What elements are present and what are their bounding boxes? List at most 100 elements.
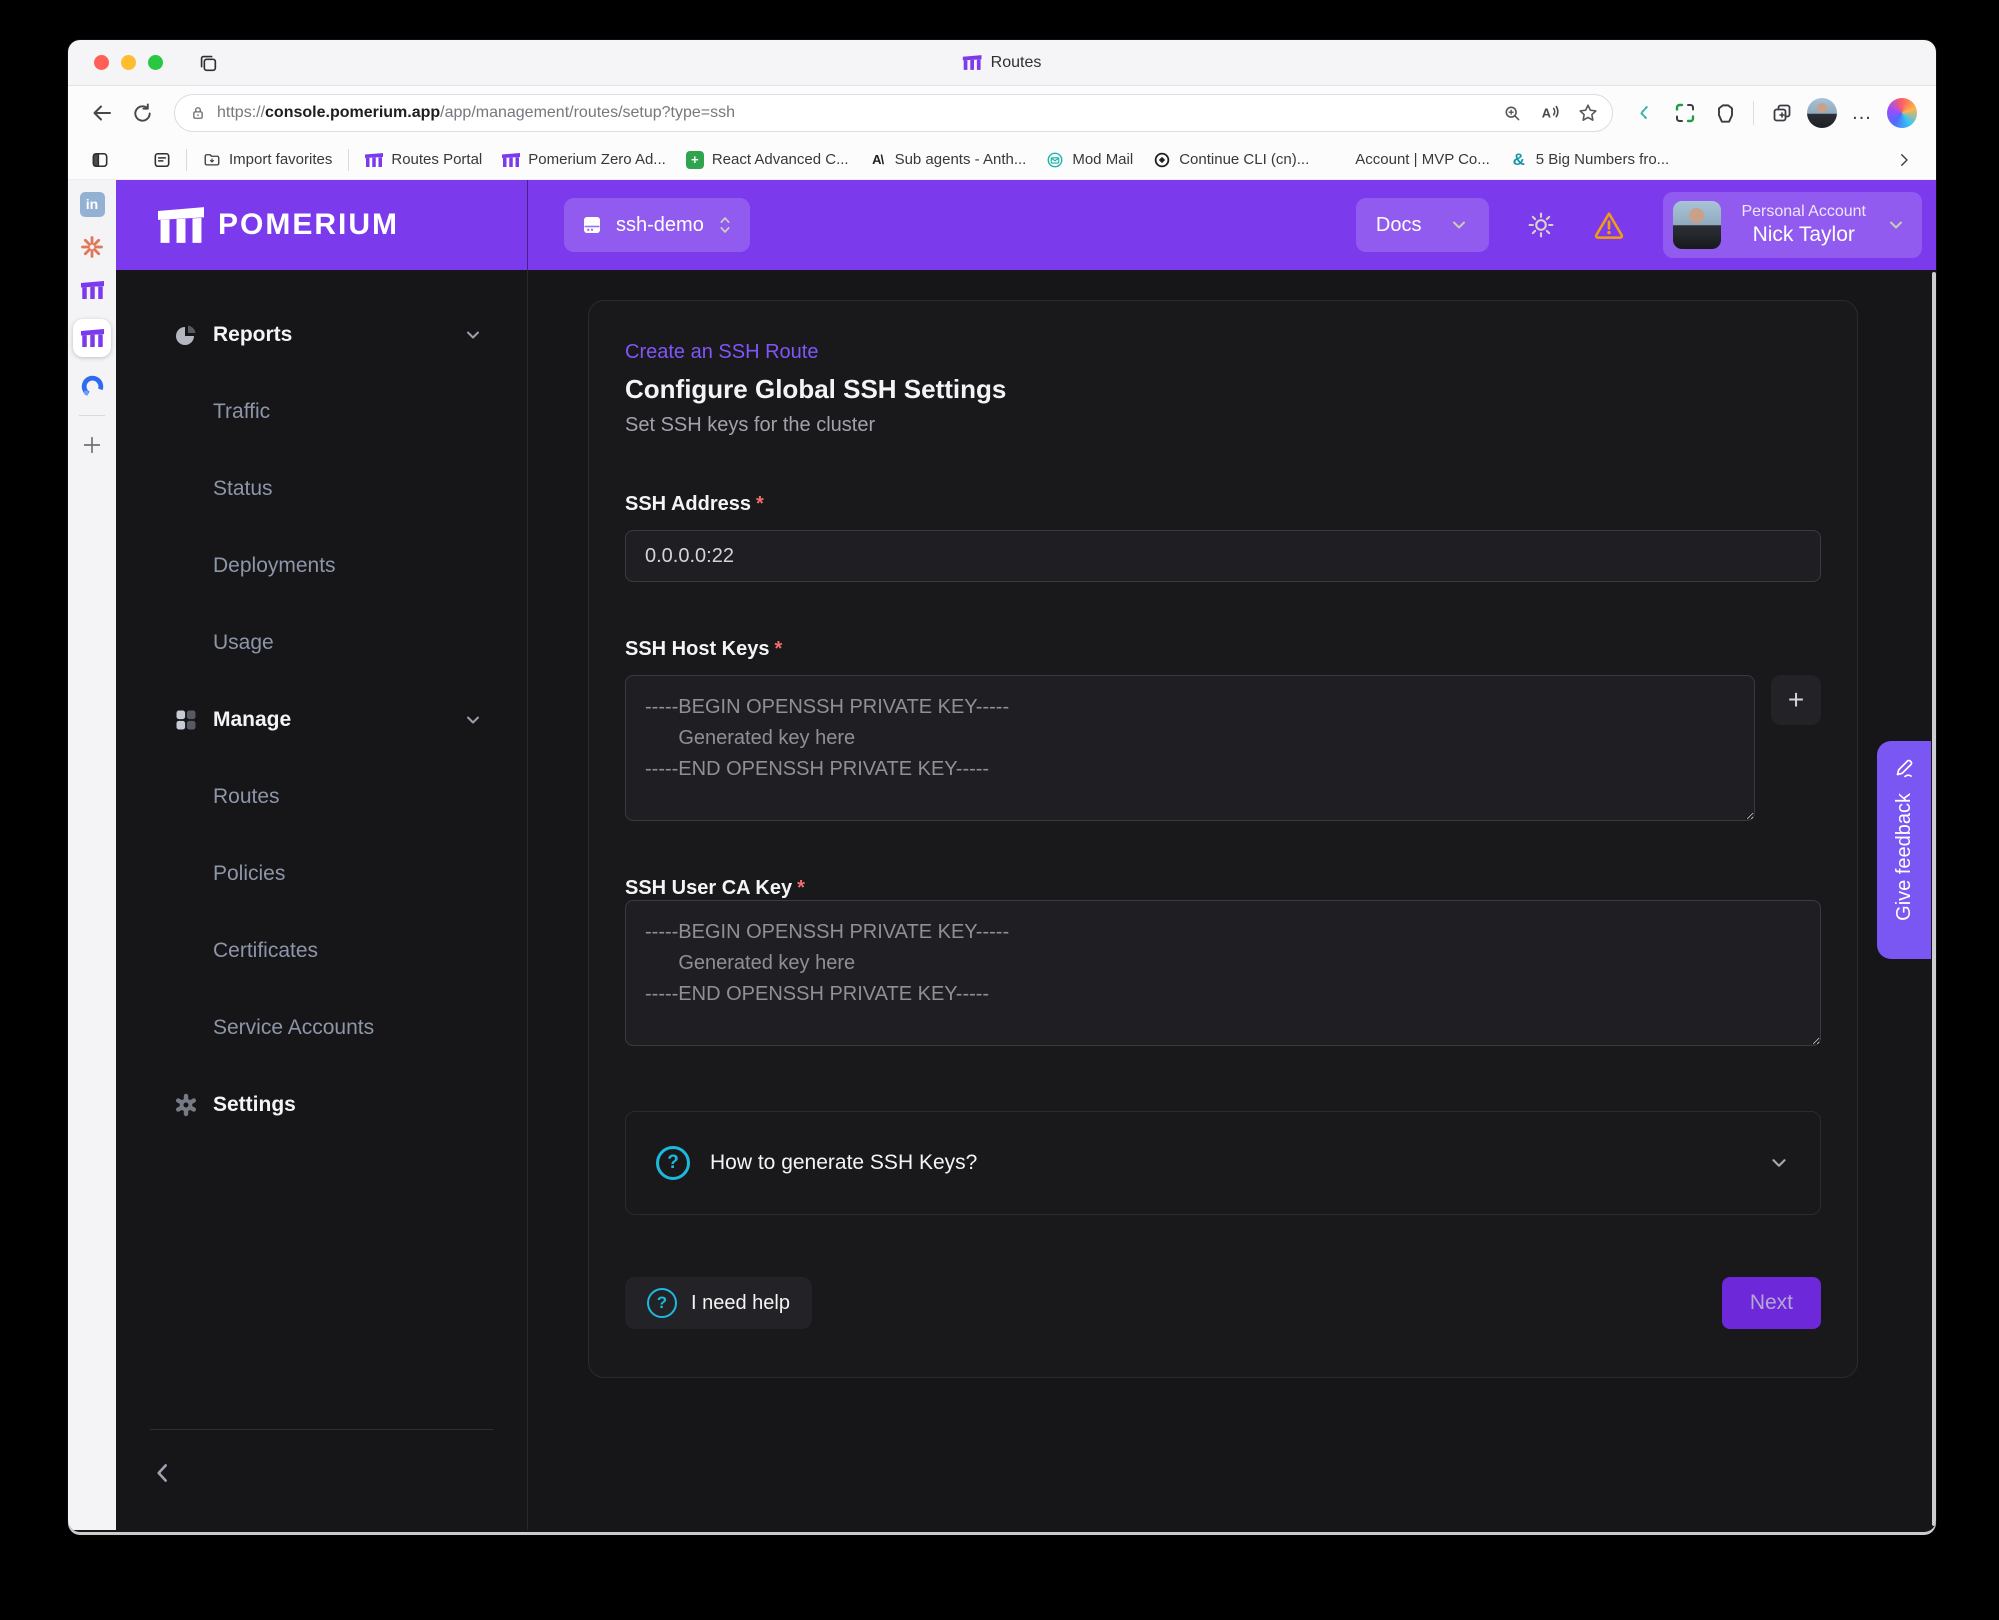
- ssh-user-ca-key-textarea[interactable]: [625, 900, 1821, 1046]
- settings-more-icon[interactable]: ...: [1844, 95, 1880, 131]
- sidebar-item-deployments[interactable]: Deployments: [116, 527, 527, 604]
- linkedin-app-icon[interactable]: in: [78, 190, 106, 218]
- bookmark-account-mvp[interactable]: Account | MVP Co...: [1319, 145, 1500, 175]
- user-avatar: [1673, 201, 1721, 249]
- pomerium-console-page: POMERIUM ssh-demo Docs: [116, 180, 1936, 1530]
- pomerium-app-icon-active[interactable]: [73, 319, 111, 357]
- edge-sidebar-strip: in: [68, 180, 116, 1530]
- required-marker: *: [775, 638, 783, 660]
- sidebar-item-policies[interactable]: Policies: [116, 835, 527, 912]
- bookmarks-divider: [186, 149, 187, 171]
- bookmark-continue-cli[interactable]: Continue CLI (cn)...: [1143, 145, 1319, 175]
- web-capture-icon[interactable]: [1667, 95, 1703, 131]
- sidebar-pane-icon[interactable]: [82, 142, 118, 178]
- page-subtitle: Set SSH keys for the cluster: [625, 414, 1821, 437]
- sidebar-section-reports[interactable]: Reports: [116, 296, 527, 373]
- sidebar-item-certificates[interactable]: Certificates: [116, 912, 527, 989]
- chevron-down-icon: [463, 710, 483, 730]
- help-circle-icon: ?: [647, 1288, 677, 1318]
- toolbar-divider: [1753, 101, 1754, 125]
- strip-divider: [79, 415, 105, 416]
- ssh-address-input[interactable]: [625, 530, 1821, 582]
- window-controls: [94, 55, 163, 70]
- cluster-name: ssh-demo: [616, 214, 704, 237]
- add-app-icon[interactable]: [78, 431, 106, 459]
- favorite-star-icon[interactable]: [1570, 95, 1606, 131]
- tab-stacks-icon[interactable]: [197, 52, 219, 74]
- grid-icon: [174, 708, 198, 732]
- bookmark-5-big-numbers[interactable]: & 5 Big Numbers fro...: [1500, 145, 1679, 175]
- back-button[interactable]: [84, 95, 120, 131]
- pencil-icon: [1892, 756, 1916, 780]
- give-feedback-label: Give feedback: [1893, 793, 1916, 921]
- collapse-sidebar-button[interactable]: [150, 1460, 493, 1486]
- bookmark-react-advanced[interactable]: + React Advanced C...: [676, 145, 859, 175]
- zoom-window-button[interactable]: [148, 55, 163, 70]
- give-feedback-tab[interactable]: Give feedback: [1877, 741, 1931, 959]
- bookmark-import-favorites[interactable]: Import favorites: [193, 145, 342, 175]
- sidebar-collapse-icon[interactable]: [1627, 95, 1663, 131]
- pie-chart-icon: [174, 323, 198, 347]
- brand-name: POMERIUM: [218, 208, 399, 242]
- brand-logo[interactable]: POMERIUM: [116, 180, 528, 270]
- help-circle-icon: ?: [656, 1146, 690, 1180]
- i-need-help-button[interactable]: ? I need help: [625, 1277, 812, 1329]
- sidebar-item-routes[interactable]: Routes: [116, 758, 527, 835]
- sidebar-item-service-accounts[interactable]: Service Accounts: [116, 989, 527, 1066]
- theme-toggle-sun-icon[interactable]: [1527, 211, 1555, 239]
- pomerium-logo-icon: [158, 207, 204, 243]
- read-aloud-icon[interactable]: A: [1532, 95, 1568, 131]
- collections-icon[interactable]: [1764, 95, 1800, 131]
- sidebar-item-traffic[interactable]: Traffic: [116, 373, 527, 450]
- bookmark-mod-mail[interactable]: Mod Mail: [1036, 145, 1143, 175]
- microsoft-favicon: [1329, 151, 1347, 169]
- continue-favicon: [1153, 151, 1171, 169]
- required-marker: *: [756, 493, 764, 515]
- zoom-page-icon[interactable]: [1494, 95, 1530, 131]
- next-button[interactable]: Next: [1722, 1277, 1821, 1329]
- starburst-app-icon[interactable]: [78, 233, 106, 261]
- profile-avatar[interactable]: [1804, 95, 1840, 131]
- reading-list-icon[interactable]: [144, 142, 180, 178]
- svg-text:A: A: [1542, 106, 1551, 121]
- cluster-selector[interactable]: ssh-demo: [564, 198, 750, 252]
- account-name: Nick Taylor: [1753, 223, 1855, 247]
- wizard-eyebrow: Create an SSH Route: [625, 341, 1821, 364]
- swirl-app-icon[interactable]: [78, 372, 106, 400]
- add-host-key-button[interactable]: +: [1771, 675, 1821, 725]
- sidebar-section-settings[interactable]: Settings: [116, 1066, 527, 1143]
- warning-icon[interactable]: [1593, 209, 1625, 241]
- bookmarks-bar: Import favorites Routes Portal Pomerium …: [68, 140, 1936, 180]
- how-to-generate-accordion[interactable]: ? How to generate SSH Keys?: [625, 1111, 1821, 1215]
- tab-title-label: Routes: [991, 54, 1042, 72]
- account-menu[interactable]: Personal Account Nick Taylor: [1663, 192, 1922, 258]
- pomerium-app-icon[interactable]: [78, 276, 106, 304]
- bookmark-sub-agents[interactable]: A\ Sub agents - Anth...: [859, 145, 1037, 175]
- bookmark-pomerium-zero[interactable]: Pomerium Zero Ad...: [492, 145, 676, 175]
- copilot-icon[interactable]: [1884, 95, 1920, 131]
- sidebar-section-manage[interactable]: Manage: [116, 681, 527, 758]
- refresh-button[interactable]: [124, 95, 160, 131]
- anthropic-favicon: A\: [869, 151, 887, 169]
- wizard-actions: ? I need help Next: [625, 1277, 1821, 1329]
- active-tab[interactable]: Routes: [963, 54, 1042, 72]
- gear-icon: [174, 1093, 198, 1117]
- browser-essentials-icon[interactable]: [1707, 95, 1743, 131]
- sidebar-footer-divider: [150, 1429, 493, 1430]
- bookmarks-overflow-chevron[interactable]: [1886, 142, 1922, 178]
- sidebar-item-usage[interactable]: Usage: [116, 604, 527, 681]
- pomerium-favicon: [502, 151, 520, 169]
- sidebar-footer: [116, 1429, 527, 1530]
- address-bar[interactable]: https://console.pomerium.app/app/managem…: [174, 94, 1613, 132]
- minimize-window-button[interactable]: [121, 55, 136, 70]
- page-scrollbar[interactable]: [1932, 272, 1936, 1526]
- browser-toolbar: https://console.pomerium.app/app/managem…: [68, 86, 1936, 140]
- react-advanced-favicon: +: [686, 151, 704, 169]
- sidebar-item-status[interactable]: Status: [116, 450, 527, 527]
- bookmarks-divider: [348, 149, 349, 171]
- ssh-host-keys-textarea[interactable]: [625, 675, 1755, 821]
- titlebar: Routes: [68, 40, 1936, 86]
- bookmark-routes-portal[interactable]: Routes Portal: [355, 145, 492, 175]
- docs-button[interactable]: Docs: [1356, 198, 1490, 252]
- close-window-button[interactable]: [94, 55, 109, 70]
